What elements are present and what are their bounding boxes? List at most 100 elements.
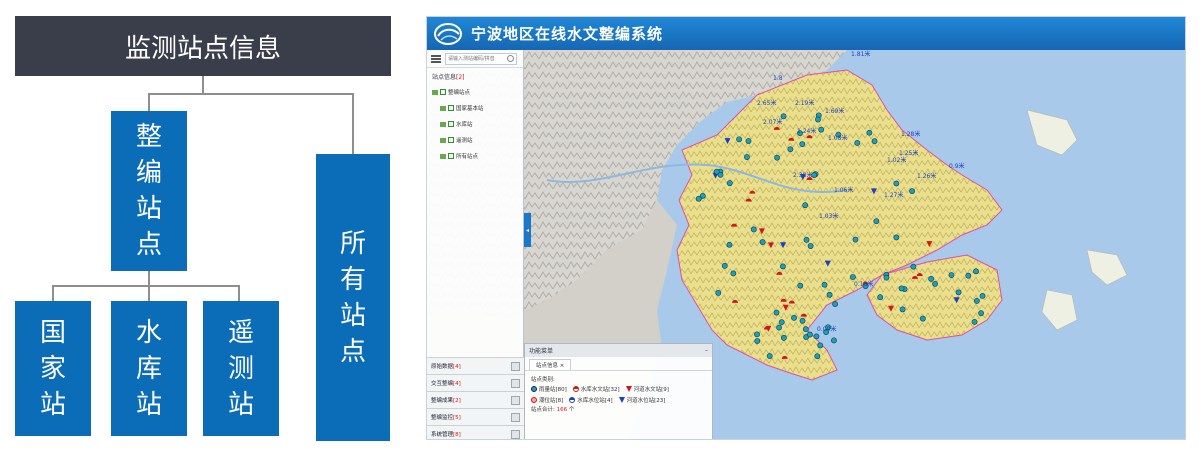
checkbox[interactable]: [448, 121, 454, 127]
tree-item[interactable]: 水库站: [427, 116, 523, 132]
rain-station-marker[interactable]: [774, 154, 780, 161]
tree-item[interactable]: 整编站点: [427, 84, 523, 100]
rain-station-marker[interactable]: [807, 243, 814, 249]
rain-station-marker[interactable]: [821, 281, 828, 288]
rain-station-marker[interactable]: [754, 331, 760, 338]
legend-entry[interactable]: 河道水位站[23]: [618, 396, 665, 404]
rain-station-marker[interactable]: [850, 274, 856, 280]
bottom-menu-item[interactable]: 整编监控[5]: [427, 408, 524, 425]
rain-station-marker[interactable]: [773, 309, 780, 316]
minimize-icon[interactable]: –: [705, 347, 708, 354]
rain-station-marker[interactable]: [780, 334, 787, 341]
rain-station-marker[interactable]: [873, 218, 880, 225]
legend-entry[interactable]: 河道水文站[9]: [625, 385, 669, 393]
expand-icon[interactable]: [511, 429, 520, 439]
rain-station-marker[interactable]: [715, 290, 722, 296]
bottom-menu-item[interactable]: 原始数据[4]: [427, 357, 524, 374]
rain-station-marker[interactable]: [726, 180, 733, 187]
rain-station-marker[interactable]: [791, 314, 797, 321]
rain-station-marker[interactable]: [776, 324, 782, 331]
legend-entry[interactable]: 潮位站[8]: [531, 396, 563, 404]
rain-station-marker[interactable]: [813, 333, 820, 340]
menu-icon[interactable]: [431, 54, 441, 63]
rain-station-marker[interactable]: [802, 326, 809, 333]
bottom-menu-item[interactable]: 整编成果[2]: [427, 391, 524, 408]
legend-entry[interactable]: 雨量站[80]: [531, 385, 567, 393]
rain-station-marker[interactable]: [759, 239, 766, 245]
expand-icon[interactable]: [511, 378, 520, 388]
checkbox[interactable]: [448, 153, 454, 159]
rain-station-marker[interactable]: [854, 140, 861, 146]
collapse-panel-button[interactable]: ◂: [524, 213, 531, 247]
rain-station-marker[interactable]: [787, 146, 794, 153]
checkbox[interactable]: [448, 137, 454, 143]
bottom-menu-item[interactable]: 交互整编[4]: [427, 374, 524, 391]
rain-station-marker[interactable]: [965, 272, 972, 279]
search-icon[interactable]: [507, 55, 514, 62]
rain-station-marker[interactable]: [871, 138, 878, 145]
rain-station-marker[interactable]: [818, 126, 825, 133]
rain-station-marker[interactable]: [928, 275, 935, 282]
close-icon[interactable]: ×: [560, 363, 565, 369]
rain-station-marker[interactable]: [883, 274, 890, 281]
rain-station-marker[interactable]: [955, 289, 962, 296]
tree-item[interactable]: 国家基本站: [427, 100, 523, 116]
rain-station-marker[interactable]: [832, 301, 838, 307]
rain-station-marker[interactable]: [948, 272, 955, 279]
rain-station-marker[interactable]: [826, 291, 833, 298]
rain-station-marker[interactable]: [754, 338, 761, 344]
rain-station-marker[interactable]: [893, 234, 900, 241]
expand-icon[interactable]: [511, 412, 520, 422]
rain-station-marker[interactable]: [831, 337, 837, 344]
checkbox[interactable]: [440, 89, 446, 95]
bottom-menu-item[interactable]: 系统管理[8]: [427, 425, 524, 439]
expand-icon[interactable]: [511, 395, 520, 405]
rain-station-marker[interactable]: [893, 180, 900, 187]
box-char: 库: [135, 353, 162, 384]
rain-station-marker[interactable]: [750, 226, 757, 233]
rain-station-marker[interactable]: [802, 202, 809, 209]
rain-station-marker[interactable]: [899, 306, 906, 313]
rain-station-marker[interactable]: [978, 310, 984, 317]
rain-station-marker[interactable]: [797, 282, 804, 289]
rain-station-marker[interactable]: [877, 294, 884, 301]
rain-station-marker[interactable]: [721, 262, 728, 269]
legend-entry[interactable]: 水库水位站[4]: [569, 396, 613, 404]
rain-station-marker[interactable]: [898, 285, 905, 292]
rain-station-marker[interactable]: [919, 315, 926, 322]
rain-station-marker[interactable]: [973, 268, 979, 275]
rain-station-marker[interactable]: [973, 298, 980, 304]
tab-station-info[interactable]: 站点信息 ×: [529, 359, 572, 370]
rain-station-marker[interactable]: [780, 263, 786, 270]
rain-station-marker[interactable]: [806, 331, 813, 338]
rain-station-marker[interactable]: [815, 116, 821, 123]
rain-station-marker[interactable]: [803, 236, 810, 243]
rain-station-marker[interactable]: [811, 172, 818, 179]
rain-station-marker[interactable]: [932, 280, 938, 287]
rain-station-marker[interactable]: [910, 263, 917, 270]
tree-item[interactable]: 所有站点: [427, 148, 523, 164]
rain-station-marker[interactable]: [866, 129, 873, 136]
rain-station-marker[interactable]: [799, 141, 806, 148]
rain-station-marker[interactable]: [695, 195, 702, 202]
rain-station-marker[interactable]: [726, 241, 733, 248]
tree-item[interactable]: 遥测站: [427, 132, 523, 148]
rain-station-marker[interactable]: [713, 168, 720, 175]
rain-station-marker[interactable]: [909, 188, 916, 195]
checkbox[interactable]: [448, 105, 454, 111]
rain-station-marker[interactable]: [817, 342, 824, 349]
rain-station-marker[interactable]: [736, 136, 743, 143]
rain-station-marker[interactable]: [744, 154, 750, 160]
legend-header: 功能菜单 –: [525, 344, 712, 357]
rain-station-marker[interactable]: [799, 317, 806, 324]
rain-station-marker[interactable]: [979, 292, 986, 299]
rain-station-marker[interactable]: [766, 353, 773, 359]
rain-station-marker[interactable]: [971, 318, 978, 325]
rain-station-marker[interactable]: [745, 138, 752, 144]
expand-icon[interactable]: [511, 361, 520, 371]
rain-station-marker[interactable]: [852, 236, 859, 243]
rain-station-marker[interactable]: [814, 353, 821, 360]
rain-station-marker[interactable]: [778, 319, 785, 326]
legend-entry[interactable]: 水库水文站[32]: [572, 385, 620, 393]
rain-station-marker[interactable]: [730, 270, 737, 277]
